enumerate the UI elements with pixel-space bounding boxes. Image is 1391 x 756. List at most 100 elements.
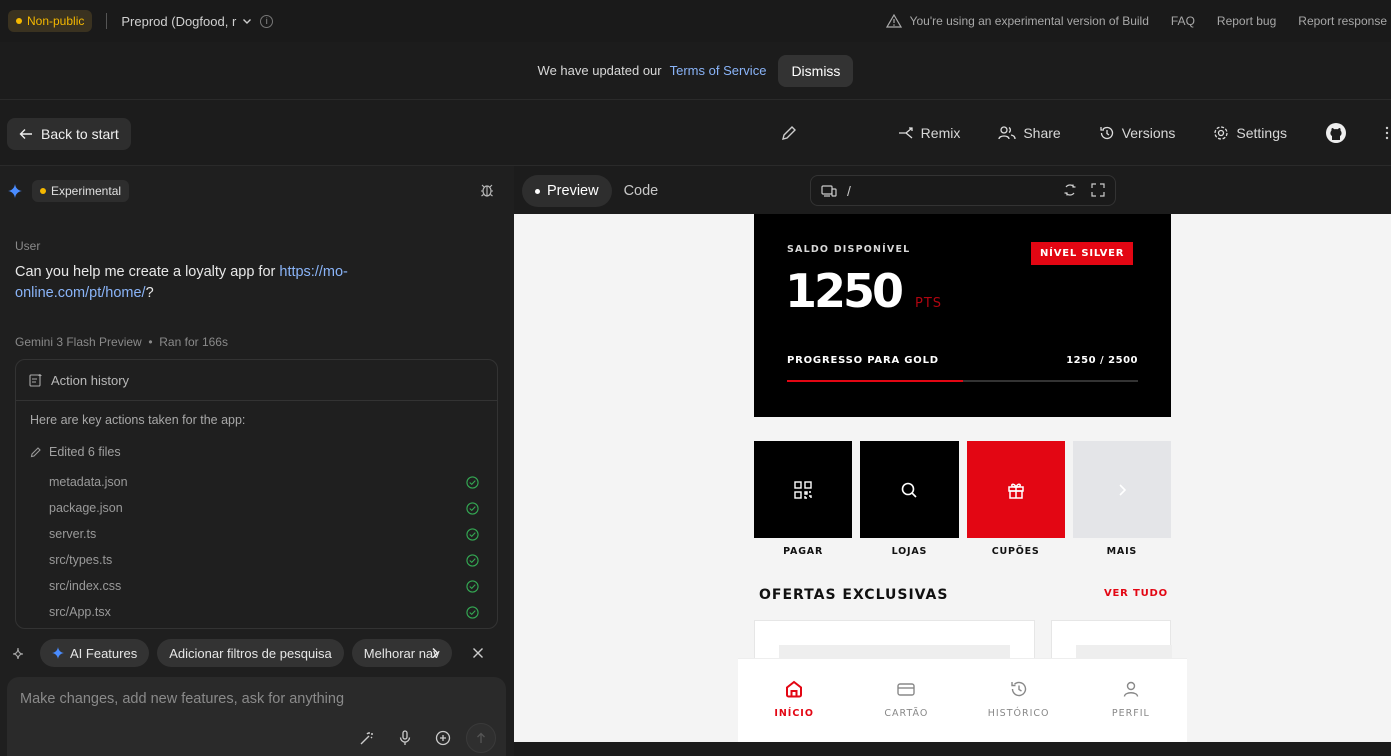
suggestion-chip[interactable]: Adicionar filtros de pesquisa: [157, 639, 344, 667]
nav-card[interactable]: CARTÃO: [850, 659, 962, 742]
share-button[interactable]: Share: [998, 125, 1061, 141]
tab-preview[interactable]: Preview: [522, 175, 612, 207]
file-row[interactable]: src/types.ts: [49, 547, 479, 573]
file-name: src/App.tsx: [49, 605, 111, 619]
close-icon[interactable]: [472, 647, 484, 659]
non-public-label: Non-public: [27, 14, 85, 28]
chat-panel: Experimental User Can you help me create…: [0, 166, 514, 756]
chevron-right-icon[interactable]: [430, 647, 440, 659]
action-history-title: Action history: [51, 372, 130, 388]
prompt-input[interactable]: Make changes, add new features, ask for …: [7, 677, 506, 756]
edited-files-label: Edited 6 files: [49, 445, 121, 459]
report-response-link[interactable]: Report response: [1298, 14, 1387, 28]
quick-action-pay[interactable]: PAGAR: [754, 441, 853, 557]
run-time: Ran for 166s: [159, 335, 228, 349]
microphone-icon: [399, 730, 411, 745]
see-all-link[interactable]: VER TUDO: [1104, 588, 1168, 599]
quick-actions: PAGAR LOJAS CUPÕES MAIS: [754, 441, 1171, 557]
prompt-actions: [352, 723, 496, 753]
tos-text: We have updated our: [537, 63, 662, 78]
quick-action-coupons[interactable]: CUPÕES: [966, 441, 1065, 557]
file-row[interactable]: src/App.tsx: [49, 599, 479, 625]
nav-home-label: INÍCIO: [774, 708, 814, 719]
dismiss-button[interactable]: Dismiss: [778, 54, 854, 87]
stores-label: LOJAS: [891, 546, 928, 557]
chip-label: AI Features: [70, 645, 138, 661]
versions-button[interactable]: Versions: [1099, 125, 1175, 141]
tab-code-label: Code: [623, 183, 659, 199]
more-vertical-icon[interactable]: [1385, 125, 1389, 141]
quick-action-stores[interactable]: LOJAS: [860, 441, 959, 557]
file-row[interactable]: server.ts: [49, 521, 479, 547]
progress-fill: [787, 380, 963, 382]
experimental-label: Experimental: [51, 184, 122, 198]
refresh-icon[interactable]: [1063, 183, 1077, 197]
send-button[interactable]: [466, 723, 496, 753]
settings-button[interactable]: Settings: [1213, 125, 1287, 141]
file-name: server.ts: [49, 527, 97, 541]
file-row[interactable]: src/index.css: [49, 573, 479, 599]
back-to-start-button[interactable]: Back to start: [7, 118, 131, 150]
chevron-down-icon: [243, 19, 252, 24]
history-icon: [1100, 126, 1113, 140]
settings-label: Settings: [1236, 125, 1287, 141]
gemini-sparkle-icon: [8, 184, 22, 198]
add-attachment-button[interactable]: [428, 723, 458, 753]
stores-tile[interactable]: [860, 441, 959, 538]
nav-profile-label: PERFIL: [1111, 708, 1150, 719]
pay-tile[interactable]: [754, 441, 853, 538]
preview-header: Preview Code /: [514, 166, 1391, 214]
add-circle-icon: [435, 730, 451, 746]
action-history-header[interactable]: Action history: [16, 360, 497, 401]
home-icon: [786, 680, 803, 698]
check-circle-icon: [466, 553, 479, 567]
faq-link[interactable]: FAQ: [1171, 14, 1195, 28]
file-row[interactable]: package.json: [49, 495, 479, 521]
magic-wand-icon: [360, 732, 373, 745]
check-circle-icon: [466, 527, 479, 541]
url-actions: [1063, 183, 1105, 197]
url-path: /: [847, 182, 851, 199]
bottom-navigation: INÍCIO CARTÃO HISTÓRICO PERFIL: [738, 658, 1187, 742]
file-name: metadata.json: [49, 475, 128, 489]
action-history-intro: Here are key actions taken for the app:: [30, 413, 246, 427]
fullscreen-icon[interactable]: [1091, 183, 1105, 197]
share-label: Share: [1023, 125, 1061, 141]
suggestion-sparkle-icon[interactable]: [12, 646, 26, 660]
coupons-label: CUPÕES: [991, 546, 1040, 557]
active-dot: [535, 188, 540, 194]
user-message-text: Can you help me create a loyalty app for: [15, 264, 280, 280]
remix-button[interactable]: Remix: [898, 125, 960, 141]
environment-selector[interactable]: Preprod (Dogfood, r: [121, 14, 252, 29]
tos-link[interactable]: Terms of Service: [670, 63, 767, 78]
more-tile[interactable]: [1072, 441, 1171, 538]
progress-value: 1250 / 2500: [1066, 355, 1138, 366]
model-header: Experimental: [8, 180, 130, 202]
info-icon[interactable]: i: [260, 14, 274, 28]
check-circle-icon: [466, 501, 479, 515]
chip-label: Melhorar nav: [363, 645, 440, 661]
ai-features-chip[interactable]: AI Features: [40, 639, 150, 667]
coupons-tile[interactable]: [966, 441, 1065, 538]
edit-pencil-icon[interactable]: [780, 124, 798, 142]
qr-code-icon: [794, 480, 812, 499]
tab-code[interactable]: Code: [612, 183, 671, 199]
environment-label: Preprod (Dogfood, r: [121, 13, 237, 29]
user-message-suffix: ?: [145, 285, 154, 301]
report-bug-link[interactable]: Report bug: [1217, 14, 1276, 28]
nav-history[interactable]: HISTÓRICO: [963, 659, 1075, 742]
magic-wand-button[interactable]: [352, 723, 382, 753]
warning-text: You're using an experimental version of …: [909, 14, 1149, 28]
search-icon: [902, 482, 917, 498]
url-bar[interactable]: /: [810, 175, 1116, 206]
nav-home[interactable]: INÍCIO: [738, 659, 850, 742]
github-icon[interactable]: [1325, 122, 1347, 144]
quick-action-more[interactable]: MAIS: [1072, 441, 1171, 557]
file-row[interactable]: metadata.json: [49, 469, 479, 495]
microphone-button[interactable]: [390, 723, 420, 753]
bug-icon[interactable]: [480, 182, 494, 198]
model-run-info: Gemini 3 Flash Preview • Ran for 166s: [15, 335, 228, 349]
status-dot: [16, 18, 22, 24]
gift-icon: [1007, 483, 1024, 499]
nav-profile[interactable]: PERFIL: [1075, 659, 1187, 742]
